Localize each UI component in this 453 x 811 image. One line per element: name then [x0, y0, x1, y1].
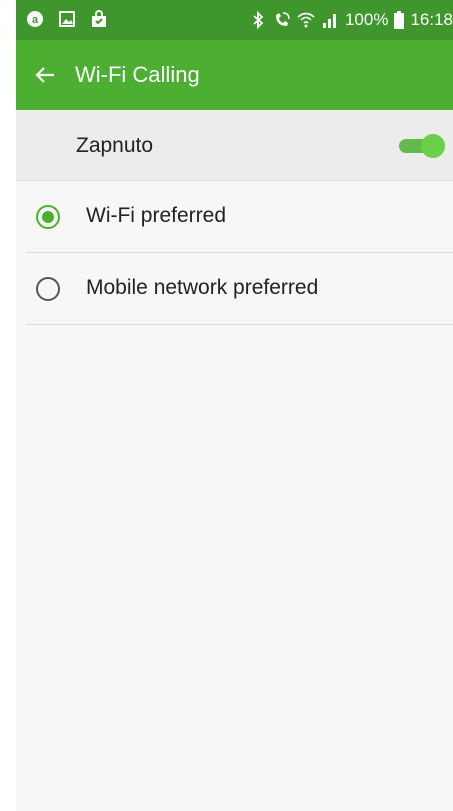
a-app-icon: a — [27, 11, 43, 27]
screen: a 100% 16:18 Wi-Fi Calling Zapnuto Wi-Fi… — [16, 0, 453, 811]
master-switch-label: Zapnuto — [76, 134, 154, 157]
battery-icon — [394, 11, 405, 29]
clock: 16:18 — [410, 10, 453, 29]
option-label: Mobile network preferred — [86, 276, 319, 299]
app-bar: Wi-Fi Calling — [16, 40, 453, 110]
option-mobile-network-preferred[interactable]: Mobile network preferred — [26, 253, 453, 325]
radio-selected-icon[interactable] — [35, 204, 61, 230]
status-bar: a 100% 16:18 — [16, 0, 453, 40]
toggle-switch[interactable] — [399, 134, 449, 158]
svg-text:a: a — [32, 14, 39, 26]
gallery-icon — [59, 11, 75, 27]
system-status: 100% 16:18 — [249, 10, 453, 30]
switch-thumb — [421, 134, 445, 158]
bluetooth-icon — [253, 11, 264, 29]
arrow-left-icon[interactable] — [34, 64, 56, 86]
notification-icons: a — [26, 10, 108, 28]
option-label: Wi-Fi preferred — [86, 204, 227, 227]
option-wifi-preferred[interactable]: Wi-Fi preferred — [26, 181, 453, 253]
page-title: Wi-Fi Calling — [75, 62, 200, 87]
radio-unselected-icon[interactable] — [35, 276, 61, 302]
wifi-call-icon — [275, 12, 290, 26]
wifi-icon — [297, 12, 315, 28]
master-switch-row[interactable]: Zapnuto — [16, 110, 453, 181]
signal-icon — [322, 14, 336, 28]
shopping-bag-icon — [92, 10, 106, 27]
battery-percentage: 100% — [344, 10, 389, 29]
